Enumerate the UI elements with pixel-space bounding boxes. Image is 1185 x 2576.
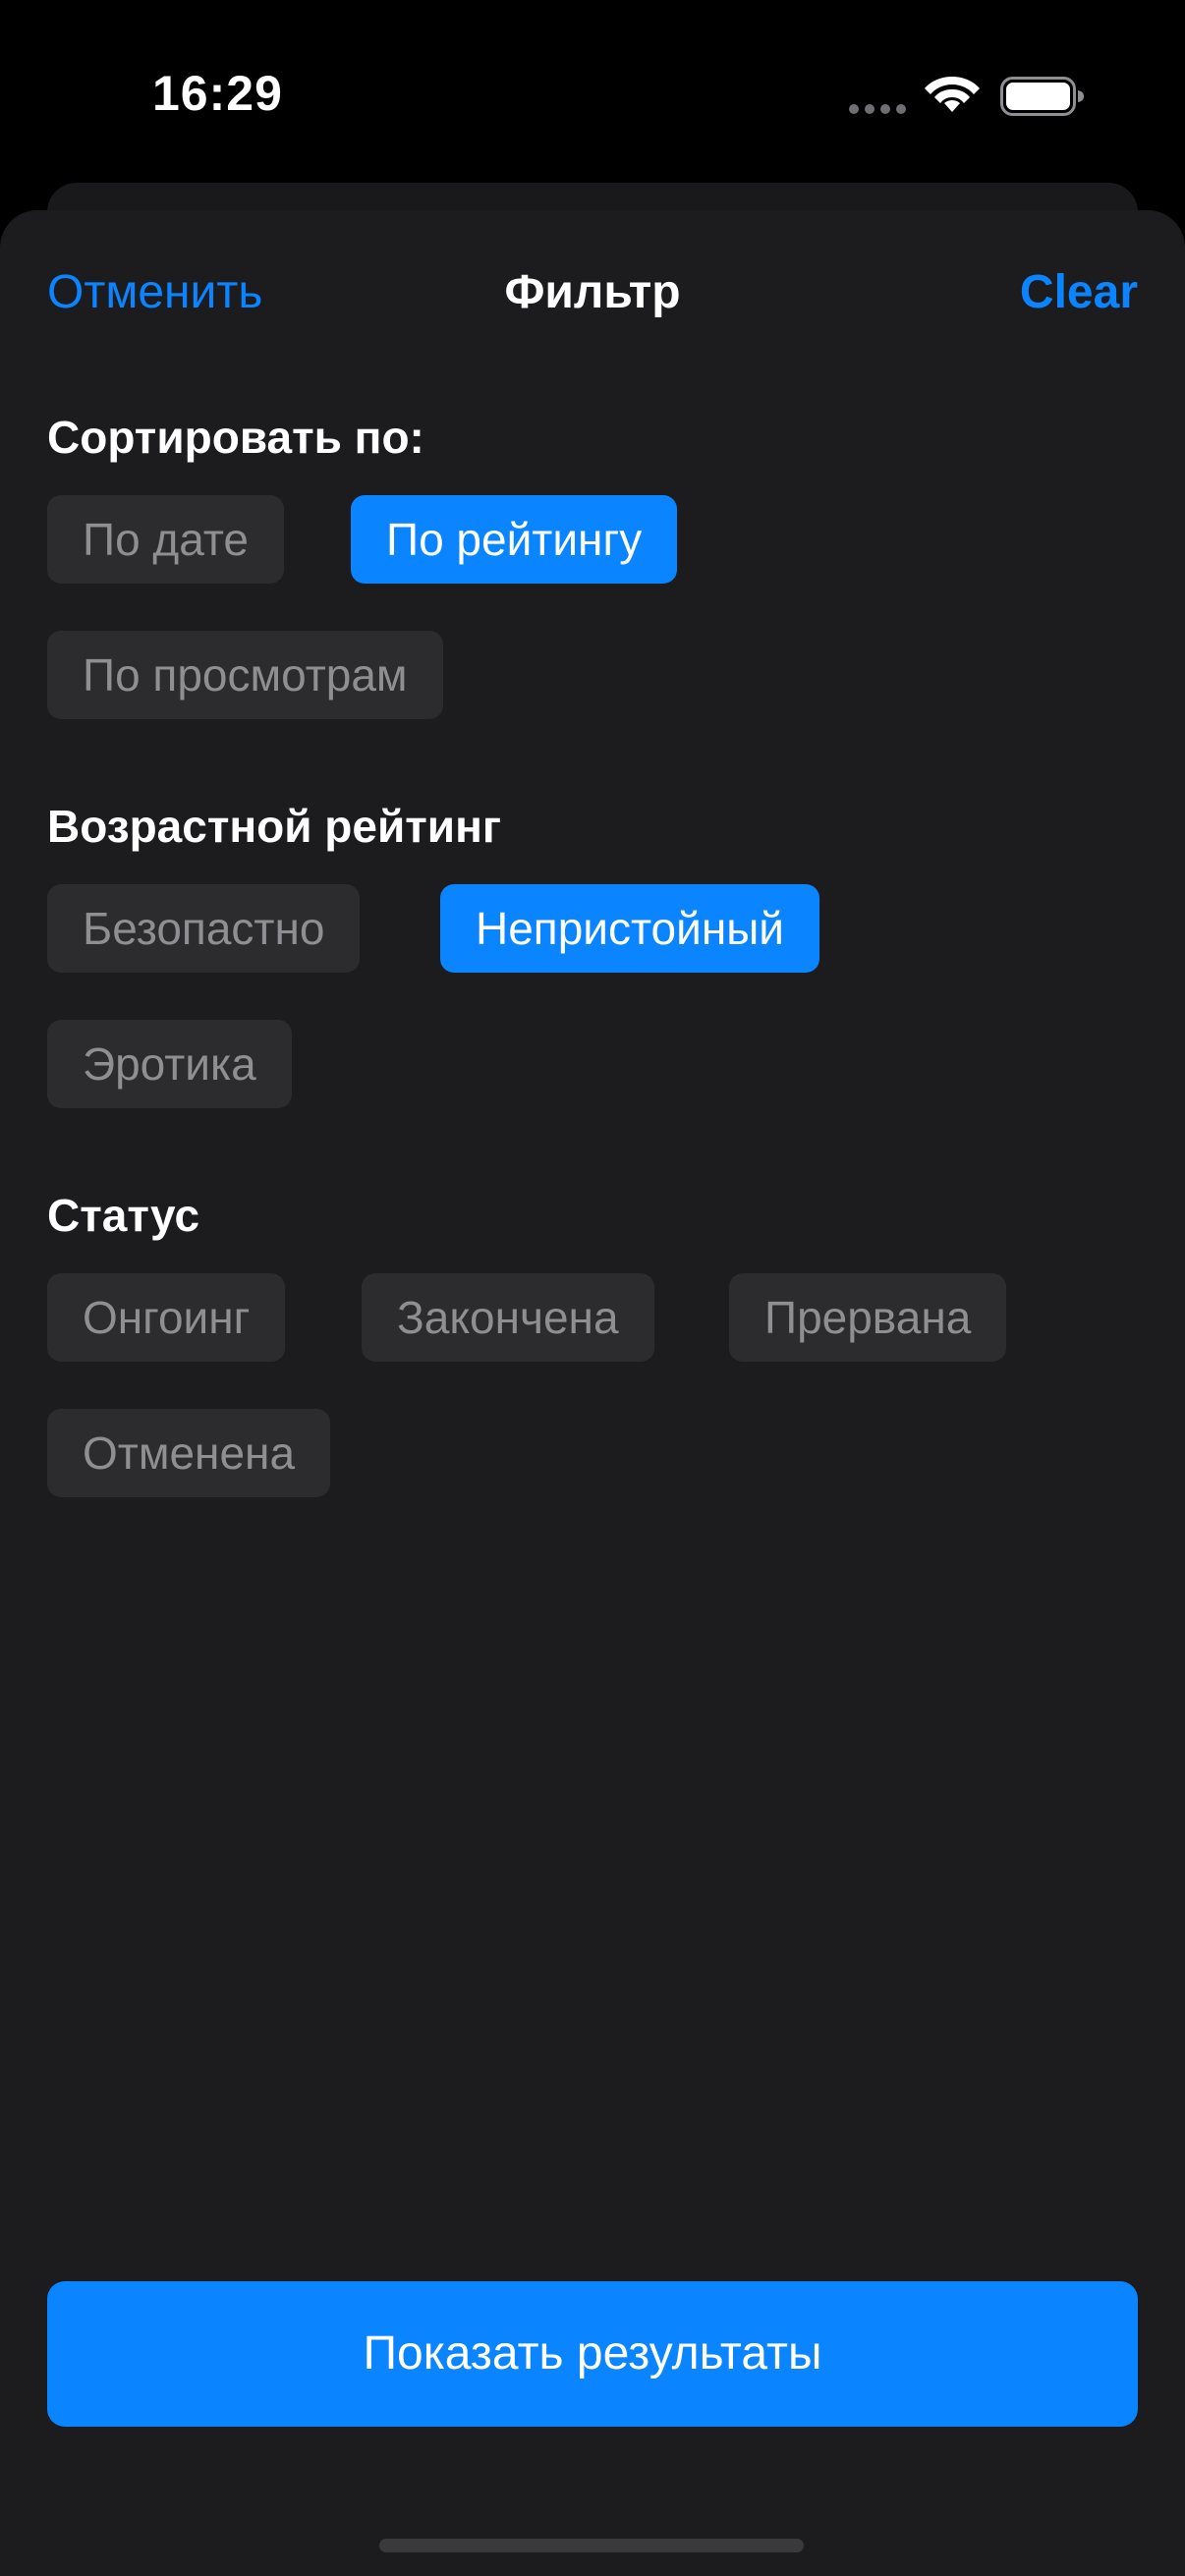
sort-section-title: Сортировать по: (47, 412, 424, 463)
wifi-icon (925, 77, 980, 112)
signal-dots-icon (849, 104, 906, 114)
filter-sheet: Отменить Фильтр Clear Сортировать по: По… (0, 210, 1185, 2576)
battery-icon (1000, 77, 1084, 116)
status-time: 16:29 (152, 66, 283, 121)
sort-by-rating-chip[interactable]: По рейтингу (351, 495, 678, 584)
show-results-button[interactable]: Показать результаты (47, 2281, 1138, 2427)
age-rating-section-title: Возрастной рейтинг (47, 801, 502, 852)
status-cancelled-chip[interactable]: Отменена (47, 1409, 331, 1497)
status-section-title: Статус (47, 1190, 200, 1241)
nav-bar: Отменить Фильтр Clear (0, 210, 1185, 379)
age-erotic-chip[interactable]: Эротика (47, 1020, 292, 1108)
sort-by-date-chip[interactable]: По дате (47, 495, 284, 584)
age-indecent-chip[interactable]: Непристойный (440, 884, 819, 973)
status-finished-chip[interactable]: Закончена (362, 1273, 654, 1362)
home-indicator (379, 2539, 804, 2552)
age-safe-chip[interactable]: Безопастно (47, 884, 361, 973)
status-ongoing-chip[interactable]: Онгоинг (47, 1273, 286, 1362)
sort-by-views-chip[interactable]: По просмотрам (47, 631, 443, 719)
status-bar: 16:29 (0, 0, 1185, 187)
status-interrupted-chip[interactable]: Прервана (729, 1273, 1007, 1362)
sheet-title: Фильтр (504, 266, 681, 318)
clear-button[interactable]: Clear (1020, 265, 1138, 319)
